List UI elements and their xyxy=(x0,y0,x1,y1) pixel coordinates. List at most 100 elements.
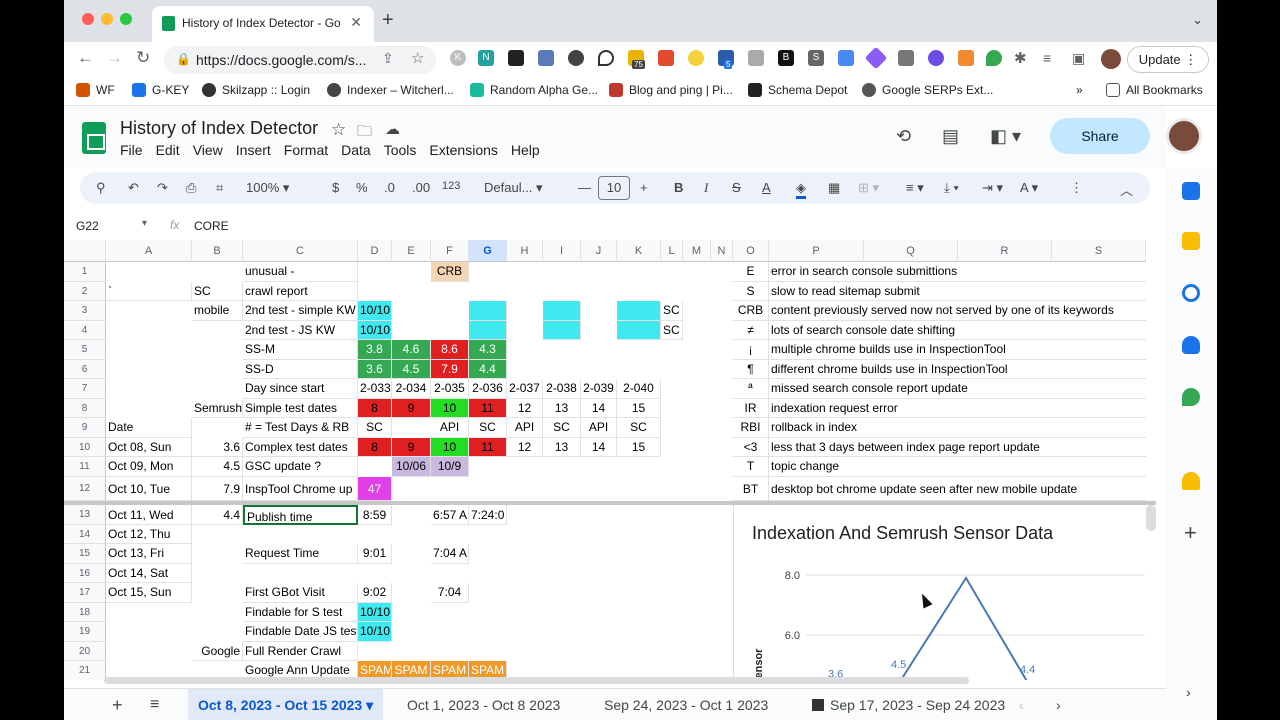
cell-D12[interactable]: 47 xyxy=(358,476,392,501)
cell-B8[interactable]: Semrush xyxy=(192,398,243,418)
cell-C7[interactable]: Day since start xyxy=(243,379,358,399)
text-rotation-icon[interactable]: A ▾ xyxy=(1020,180,1038,196)
bookmark-item[interactable]: G-KEY xyxy=(132,83,189,97)
increase-decimal-button[interactable]: .00 xyxy=(412,180,430,195)
cell-P2[interactable]: slow to read sitemap submit xyxy=(769,282,1146,301)
close-window-button[interactable] xyxy=(82,13,94,25)
cell-B11[interactable]: 4.5 xyxy=(192,457,243,477)
cell-E8[interactable]: 9 xyxy=(392,398,431,418)
extension-red-icon[interactable] xyxy=(658,50,674,66)
new-tab-icon[interactable]: + xyxy=(382,9,394,32)
cell-C9[interactable]: # = Test Days & RB xyxy=(243,418,358,438)
extension-flower-icon[interactable] xyxy=(928,50,944,66)
cell-C10[interactable]: Complex test dates xyxy=(243,437,358,457)
cell-C12[interactable]: InspTool Chrome up xyxy=(243,476,358,501)
cell-B10[interactable]: 3.6 xyxy=(192,437,243,457)
text-wrapping-icon[interactable]: ⇥ ▾ xyxy=(982,180,1003,196)
number-format-button[interactable]: 123 xyxy=(442,180,460,192)
merge-cells-icon[interactable]: ⊞ ▾ xyxy=(858,180,879,196)
menu-tools[interactable]: Tools xyxy=(384,142,417,158)
version-history-icon[interactable]: ⟲ xyxy=(896,126,911,147)
cell-A17[interactable]: Oct 15, Sun xyxy=(106,583,192,603)
cell-D3[interactable]: 10/10 xyxy=(358,301,392,321)
redo-icon[interactable]: ↷ xyxy=(157,180,168,196)
meet-camera-icon[interactable]: ◧ ▾ xyxy=(990,126,1021,147)
row-header-1[interactable]: 1 xyxy=(64,262,106,282)
row-header-2[interactable]: 2 xyxy=(64,281,106,301)
cell-B20[interactable]: Google xyxy=(192,641,243,661)
vertical-scrollbar[interactable] xyxy=(1146,504,1156,531)
cell-I10[interactable]: 13 xyxy=(543,437,581,457)
cell-A15[interactable]: Oct 13, Fri xyxy=(106,544,192,564)
cell-E5[interactable]: 4.6 xyxy=(392,340,431,360)
cell-O4[interactable]: ≠ xyxy=(733,320,769,340)
row-header-12[interactable]: 12 xyxy=(64,476,106,501)
cell-H8[interactable]: 12 xyxy=(507,398,543,418)
cell-K4[interactable] xyxy=(617,320,661,340)
cell-C20[interactable]: Full Render Crawl xyxy=(243,641,358,661)
select-all-corner[interactable] xyxy=(64,240,106,262)
extension-n-icon[interactable]: N xyxy=(478,50,494,66)
cell-C15[interactable]: Request Time xyxy=(243,544,358,564)
cell-D6[interactable]: 3.6 xyxy=(358,359,392,379)
cell-A16[interactable]: Oct 14, Sat xyxy=(106,563,192,583)
cell-D8[interactable]: 8 xyxy=(358,398,392,418)
menu-data[interactable]: Data xyxy=(341,142,371,158)
cell-O11[interactable]: T xyxy=(733,457,769,477)
row-header-9[interactable]: 9 xyxy=(64,418,106,438)
cell-P3[interactable]: content previously served now not served… xyxy=(769,301,1146,321)
share-button[interactable]: Share xyxy=(1050,118,1150,154)
column-header-N[interactable]: N xyxy=(711,240,733,262)
column-header-L[interactable]: L xyxy=(661,240,683,262)
cell-L3[interactable]: SC xyxy=(661,301,683,321)
cell-O10[interactable]: <3 xyxy=(733,437,769,457)
cell-D15[interactable]: 9:01 xyxy=(358,544,392,564)
calendar-icon[interactable] xyxy=(1182,182,1200,200)
cell-G8[interactable]: 11 xyxy=(469,398,507,418)
line-chart[interactable]: Indexation And Semrush Sensor Data 8.0 6.0… xyxy=(733,504,1156,680)
cell-C8[interactable]: Simple test dates xyxy=(243,398,358,418)
row-header-18[interactable]: 18 xyxy=(64,602,106,622)
bookmark-star-icon[interactable]: ☆ xyxy=(411,49,424,67)
cell-C5[interactable]: SS-M xyxy=(243,340,358,360)
cell-K3[interactable] xyxy=(617,301,661,321)
name-box[interactable]: G22 xyxy=(76,219,99,233)
bookmark-item[interactable]: Schema Depot xyxy=(748,83,847,97)
cell-A11[interactable]: Oct 09, Mon xyxy=(106,457,192,477)
account-avatar[interactable] xyxy=(1166,118,1202,154)
cell-K9[interactable]: SC xyxy=(617,418,661,438)
paint-format-icon[interactable]: ⌗ xyxy=(216,180,223,196)
row-header-19[interactable]: 19 xyxy=(64,622,106,642)
cell-P12[interactable]: desktop bot chrome update seen after new… xyxy=(769,477,1146,501)
cell-G13[interactable]: 7:24:0 xyxy=(469,504,507,525)
bookmark-item[interactable]: Skilzapp :: Login xyxy=(202,83,310,97)
cell-P7[interactable]: missed search console report update xyxy=(769,379,1146,399)
cell-O2[interactable]: S xyxy=(733,281,769,301)
cell-J8[interactable]: 14 xyxy=(581,398,617,418)
cell-A12[interactable]: Oct 10, Tue xyxy=(106,476,192,501)
formula-input[interactable]: CORE xyxy=(194,219,229,233)
vertical-align-icon[interactable]: ⤓ ▾ xyxy=(944,180,959,196)
extension-grey-icon[interactable] xyxy=(748,50,764,66)
cell-B13[interactable]: 4.4 xyxy=(192,504,243,525)
address-bar[interactable]: 🔒 https://docs.google.com/s... xyxy=(164,46,436,74)
undo-icon[interactable]: ↶ xyxy=(128,180,139,196)
cell-B3[interactable]: mobile xyxy=(192,301,243,321)
menu-format[interactable]: Format xyxy=(284,142,328,158)
cell-F15[interactable]: 7:04 AM xyxy=(431,544,469,564)
all-bookmarks[interactable]: All Bookmarks xyxy=(1106,83,1203,97)
cell-I3[interactable] xyxy=(543,301,581,321)
font-select[interactable]: Defaul... ▾ xyxy=(484,180,543,196)
get-addons-plus-icon[interactable]: + xyxy=(1184,520,1197,546)
profile-avatar[interactable] xyxy=(1101,49,1121,69)
cell-D5[interactable]: 3.8 xyxy=(358,340,392,360)
name-box-dropdown-icon[interactable]: ▾ xyxy=(142,218,147,229)
cell-F1[interactable]: CRB xyxy=(431,262,469,282)
cell-I8[interactable]: 13 xyxy=(543,398,581,418)
cell-K10[interactable]: 15 xyxy=(617,437,661,457)
row-header-5[interactable]: 5 xyxy=(64,340,106,360)
extensions-puzzle-icon[interactable]: ✱ xyxy=(1014,49,1027,67)
cell-C11[interactable]: GSC update ? xyxy=(243,457,358,477)
currency-format-button[interactable]: $ xyxy=(332,180,339,195)
cell-K7[interactable]: 2-040 xyxy=(617,379,661,399)
